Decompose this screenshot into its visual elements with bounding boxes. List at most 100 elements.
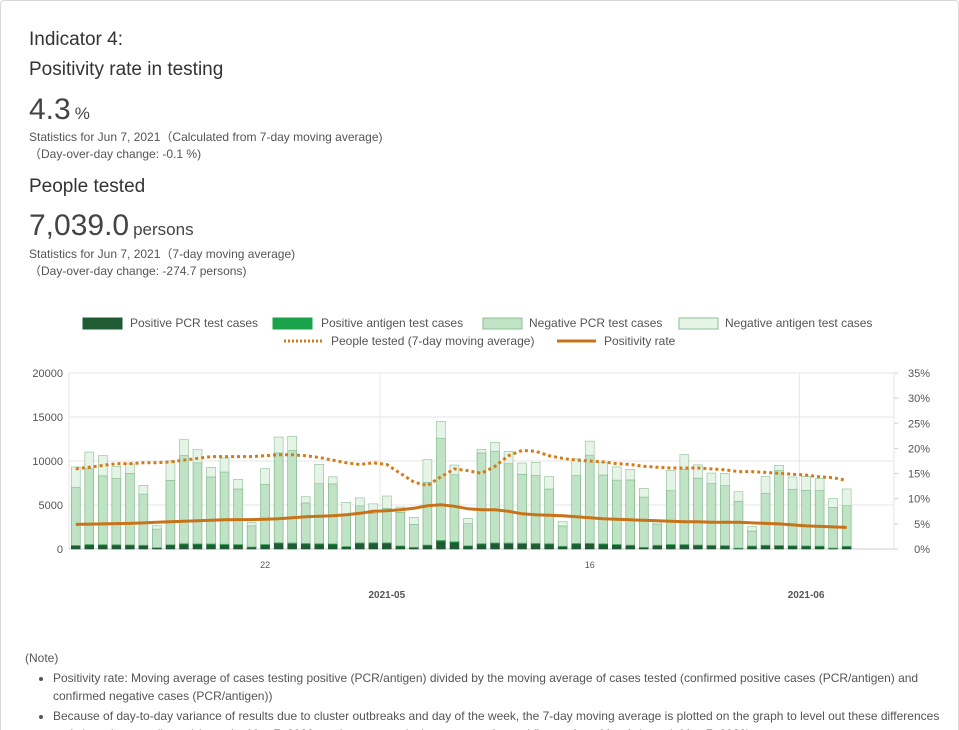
testing-chart: Positive PCR test cases Positive antigen … bbox=[32, 316, 930, 601]
bar-negative-antigen bbox=[422, 459, 433, 483]
bar-negative-antigen bbox=[355, 497, 365, 507]
bar-positive-pcr bbox=[841, 546, 852, 550]
y-left-tick-label: 5000 bbox=[39, 500, 63, 512]
bar-negative-antigen bbox=[639, 487, 649, 498]
bar-negative-pcr bbox=[625, 479, 636, 546]
legend-label: Positive antigen test cases bbox=[321, 316, 463, 330]
bar-negative-antigen bbox=[382, 495, 392, 509]
y-right-tick-label: 5% bbox=[914, 519, 930, 531]
bar-negative-pcr bbox=[611, 479, 622, 545]
legend-swatch bbox=[482, 317, 523, 330]
bar-positive-pcr bbox=[84, 544, 95, 550]
bar-negative-pcr bbox=[314, 483, 324, 544]
x-month-tick-label: 2021-05 bbox=[368, 590, 405, 601]
legend-label: Positivity rate bbox=[604, 334, 676, 348]
bar-negative-antigen bbox=[733, 491, 744, 502]
y-right-tick-label: 10% bbox=[908, 494, 930, 506]
bar-positive-pcr bbox=[557, 546, 568, 550]
y-left-tick-label: 0 bbox=[57, 544, 63, 556]
bar-negative-pcr bbox=[152, 528, 162, 548]
bar-negative-antigen bbox=[841, 488, 852, 507]
bar-negative-pcr bbox=[760, 492, 771, 546]
bar-negative-pcr bbox=[652, 523, 663, 546]
y-right-tick-label: 30% bbox=[908, 393, 930, 405]
bar-negative-antigen bbox=[409, 517, 419, 525]
bar-negative-antigen bbox=[720, 473, 730, 486]
bar-negative-pcr bbox=[111, 478, 122, 545]
bar-negative-antigen bbox=[787, 476, 798, 490]
bar-positive-pcr bbox=[611, 544, 622, 550]
people-tested-unit: persons bbox=[133, 220, 194, 239]
bar-negative-antigen bbox=[530, 462, 541, 476]
bar-negative-pcr bbox=[814, 490, 825, 547]
bar-negative-pcr bbox=[382, 508, 392, 543]
legend-swatch bbox=[272, 317, 313, 330]
bar-positive-pcr bbox=[300, 543, 311, 550]
bar-positive-pcr bbox=[382, 542, 392, 550]
bar-negative-pcr bbox=[409, 524, 419, 548]
bar-negative-pcr bbox=[138, 493, 149, 546]
note-item: Positivity rate: Moving average of cases… bbox=[53, 669, 945, 705]
indicator-subtitle: Positivity rate in testing bbox=[29, 59, 224, 80]
bar-negative-pcr bbox=[720, 485, 730, 546]
bar-negative-pcr bbox=[517, 474, 527, 544]
bar-positive-pcr bbox=[598, 543, 608, 550]
bar-positive-pcr bbox=[720, 545, 730, 550]
people-stat-line: Statistics for Jun 7, 2021（7-day moving … bbox=[29, 247, 296, 261]
bar-negative-pcr bbox=[165, 480, 176, 545]
bar-negative-antigen bbox=[111, 465, 122, 479]
bar-positive-pcr bbox=[165, 544, 176, 550]
bar-positive-pcr bbox=[273, 542, 284, 550]
bar-negative-pcr bbox=[598, 474, 608, 544]
bar-negative-pcr bbox=[192, 462, 203, 545]
positivity-rate-line bbox=[75, 503, 847, 529]
bar-negative-antigen bbox=[219, 457, 230, 473]
indicator-title: Indicator 4: bbox=[29, 29, 123, 50]
bar-positive-pcr bbox=[490, 543, 500, 550]
legend-swatch bbox=[82, 317, 123, 330]
bar-positive-pcr bbox=[801, 545, 811, 550]
bar-positive-pcr bbox=[233, 544, 243, 550]
bar-positive-pcr bbox=[571, 543, 581, 550]
bar-positive-pcr bbox=[774, 545, 784, 550]
bar-positive-pcr bbox=[260, 544, 270, 550]
bar-negative-pcr bbox=[584, 454, 595, 544]
bar-negative-pcr bbox=[260, 484, 270, 545]
bar-negative-antigen bbox=[287, 436, 297, 451]
bar-negative-antigen bbox=[125, 463, 135, 474]
positivity-rate-unit: % bbox=[74, 104, 90, 123]
bar-positive-pcr bbox=[436, 540, 446, 550]
bar-positive-pcr bbox=[125, 544, 135, 550]
legend-label: Negative antigen test cases bbox=[725, 316, 872, 330]
bar-negative-pcr bbox=[666, 490, 676, 545]
people-tested-value: 7,039.0 persons bbox=[29, 209, 194, 247]
bar-positive-pcr bbox=[355, 543, 365, 550]
bar-negative-antigen bbox=[666, 470, 676, 491]
note-section: (Note) Positivity rate: Moving average o… bbox=[25, 649, 945, 730]
bar-negative-antigen bbox=[463, 518, 473, 524]
bar-negative-antigen bbox=[260, 468, 270, 485]
y-left-tick-label: 10000 bbox=[32, 456, 63, 468]
bar-negative-antigen bbox=[246, 521, 257, 527]
bar-negative-antigen bbox=[179, 439, 189, 456]
note-list: Positivity rate: Moving average of cases… bbox=[53, 669, 945, 730]
bar-positive-pcr bbox=[395, 545, 406, 550]
bar-negative-antigen bbox=[138, 484, 149, 495]
bar-negative-antigen bbox=[300, 496, 311, 504]
bar-negative-pcr bbox=[733, 501, 744, 549]
bar-positive-pcr bbox=[314, 543, 324, 550]
bar-positive-pcr bbox=[476, 543, 487, 550]
bar-negative-pcr bbox=[341, 515, 352, 547]
bar-negative-antigen bbox=[625, 469, 636, 481]
bar-positive-pcr bbox=[544, 543, 554, 550]
x-day-tick-label: 16 bbox=[585, 560, 595, 570]
bar-negative-antigen bbox=[801, 476, 811, 491]
x-month-tick-label: 2021-06 bbox=[788, 590, 825, 601]
bar-negative-antigen bbox=[747, 526, 757, 532]
bar-negative-pcr bbox=[774, 470, 784, 546]
bar-negative-pcr bbox=[395, 512, 406, 547]
bar-negative-antigen bbox=[598, 462, 608, 476]
bar-negative-pcr bbox=[706, 483, 717, 546]
bar-positive-pcr bbox=[679, 544, 690, 550]
people-tested-title: People tested bbox=[29, 176, 146, 197]
